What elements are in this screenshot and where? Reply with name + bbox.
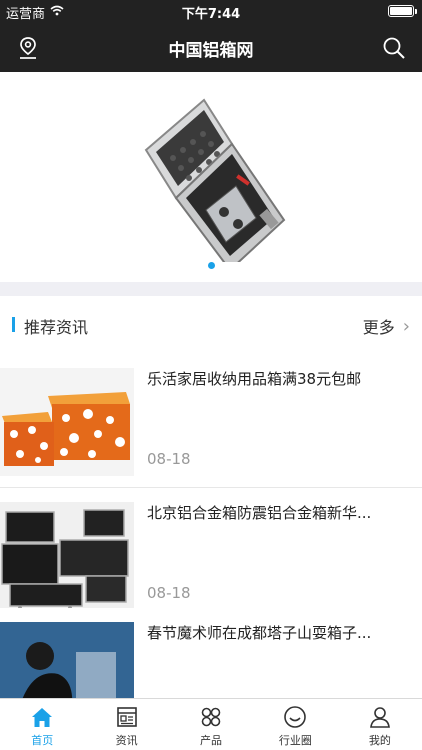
tab-home[interactable]: 首页 [0, 699, 84, 750]
tab-products[interactable]: 产品 [169, 699, 253, 750]
battery-icon [388, 5, 417, 17]
carousel-dot-active[interactable] [207, 262, 215, 269]
circle-smile-icon [284, 706, 307, 728]
news-item[interactable]: 乐活家居收纳用品箱满38元包邮 08-18 [0, 354, 422, 488]
tab-label: 资讯 [115, 734, 138, 747]
recommended-news-header: 推荐资讯 更多 › [0, 296, 422, 354]
app-screen: 运营商 下午7:44 中国铝箱网 推荐资讯 更多 › 乐活家居收纳用品箱满38元… [0, 0, 422, 750]
clock: 下午7:44 [181, 7, 241, 22]
nav-bar: 中国铝箱网 [0, 22, 422, 72]
news-item[interactable]: 北京铝合金箱防震铝合金箱新华... 08-18 [0, 488, 422, 622]
products-grid-icon [201, 707, 221, 727]
section-accent-bar [12, 317, 15, 332]
banner-carousel[interactable] [0, 72, 422, 282]
carousel-indicator [0, 262, 422, 269]
news-title: 乐活家居收纳用品箱满38元包邮 [147, 370, 362, 388]
news-thumbnail-storage-boxes [0, 368, 134, 476]
status-bar: 运营商 下午7:44 [0, 0, 422, 22]
news-icon [116, 707, 137, 727]
tab-label: 行业圈 [278, 734, 312, 747]
news-date: 08-18 [147, 584, 191, 602]
home-icon [32, 708, 53, 727]
section-divider [0, 282, 422, 296]
tab-news[interactable]: 资讯 [84, 699, 168, 750]
chevron-right-icon: › [402, 315, 410, 337]
tab-label: 产品 [200, 734, 223, 747]
news-title: 北京铝合金箱防震铝合金箱新华... [147, 504, 372, 522]
tab-label: 我的 [368, 734, 391, 747]
tab-mine[interactable]: 我的 [338, 699, 422, 750]
more-label: 更多 [362, 318, 395, 337]
aluminum-case-image [144, 98, 286, 262]
more-link[interactable]: 更多 › [363, 314, 410, 338]
tab-label: 首页 [31, 734, 54, 747]
search-icon[interactable] [380, 34, 408, 62]
tab-industry-circle[interactable]: 行业圈 [253, 699, 337, 750]
page-title: 中国铝箱网 [168, 41, 254, 61]
user-icon [369, 707, 390, 728]
news-date: 08-18 [147, 450, 191, 468]
news-thumbnail-flight-cases [0, 502, 134, 610]
news-title: 春节魔术师在成都塔子山耍箱子... [147, 624, 372, 642]
bottom-tab-bar: 首页 资讯 产品 行业圈 我的 [0, 698, 422, 750]
section-title: 推荐资讯 [24, 318, 89, 337]
